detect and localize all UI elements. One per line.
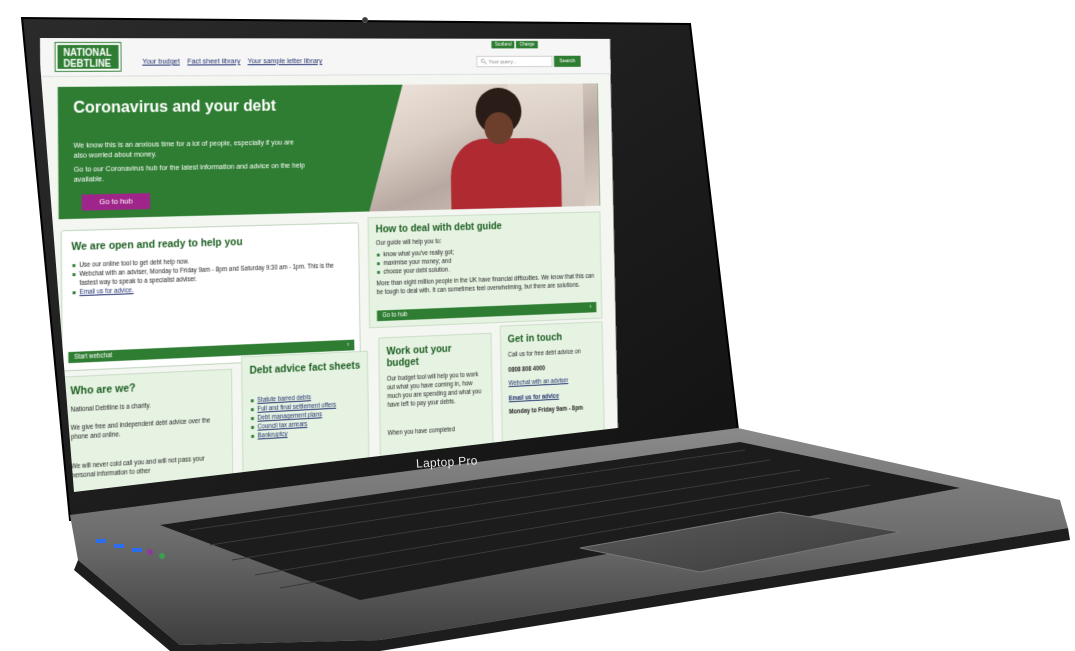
- guide-go-to-hub-bar[interactable]: Go to hub ›: [376, 301, 597, 322]
- audio-jack: [147, 549, 153, 555]
- search-button[interactable]: Search: [553, 55, 581, 67]
- search-placeholder: Your query...: [488, 59, 517, 66]
- open-card-list: Use our online tool to get debt help now…: [71, 253, 349, 298]
- usb-port: [96, 539, 106, 543]
- touch-text-1: Call us for free debt advice on: [507, 348, 581, 359]
- start-webchat-label: Start webchat: [74, 352, 113, 361]
- facts-card-title: Debt advice fact sheets: [249, 359, 361, 377]
- site-logo[interactable]: NATIONAL DEBTLINE: [55, 42, 121, 71]
- budget-card-title: Work out your budget: [386, 343, 452, 370]
- nav-sample-letter-library[interactable]: Your sample letter library: [248, 56, 323, 65]
- who-text-3: We will never cold call you and will not…: [71, 455, 205, 480]
- site-header: NATIONAL DEBTLINE Your budget Fact sheet…: [39, 38, 611, 78]
- budget-text-1: Our budget tool will help you to work ou…: [386, 371, 482, 409]
- touch-card-title: Get in touch: [507, 331, 563, 346]
- audio-jack: [159, 553, 165, 559]
- webcam-icon: [362, 17, 368, 23]
- scotland-button[interactable]: Scotland: [491, 40, 515, 49]
- debt-guide-card: How to deal with debt guide Our guide wi…: [367, 211, 603, 329]
- budget-text-2: When you have completed: [387, 426, 456, 437]
- guide-body: More than eight million people in the UK…: [376, 273, 595, 297]
- go-to-hub-button[interactable]: Go to hub: [81, 193, 151, 211]
- hero-title: Coronavirus and your debt: [73, 96, 276, 117]
- change-button[interactable]: Change: [516, 40, 538, 49]
- person-figure: [450, 137, 562, 216]
- guide-list: know what you've really got; maximise yo…: [376, 244, 591, 277]
- open-help-card: We are open and ready to help you Use ou…: [60, 222, 361, 372]
- who-card-title: Who are we?: [70, 382, 136, 398]
- hero-banner: Coronavirus and your debt We know this i…: [57, 83, 601, 220]
- search-input[interactable]: 🔍︎ Your query...: [476, 55, 553, 68]
- opening-hours: Monday to Friday 9am - 8pm: [509, 404, 584, 416]
- product-photo: Laptop Pro NATIONAL DEBTLINE Your budget…: [0, 0, 1075, 651]
- logo-line-2: DEBTLINE: [63, 58, 112, 70]
- nav-fact-sheet-library[interactable]: Fact sheet library: [187, 57, 240, 66]
- chevron-right-icon: ›: [589, 304, 592, 311]
- region-buttons: Scotland Change: [491, 40, 538, 49]
- who-text-1: National Debtline is a charity.: [70, 402, 151, 414]
- webchat-link[interactable]: Webchat with an adviser: [508, 376, 568, 388]
- open-card-title: We are open and ready to help you: [71, 236, 243, 254]
- hero-text-2: Go to our Coronavirus hub for the latest…: [73, 160, 305, 184]
- main-nav: Your budget Fact sheet library Your samp…: [142, 56, 327, 65]
- usb-port: [114, 544, 124, 548]
- guide-card-title: How to deal with debt guide: [375, 220, 502, 236]
- search-icon: 🔍︎: [480, 59, 488, 66]
- logo-line-1: NATIONAL: [63, 47, 112, 59]
- usb-port: [132, 548, 142, 552]
- email-link[interactable]: Email us for advice: [509, 392, 559, 403]
- nav-your-budget[interactable]: Your budget: [142, 57, 180, 66]
- chevron-right-icon: ›: [346, 341, 350, 349]
- guide-intro: Our guide will help you to:: [375, 238, 442, 247]
- who-text-2: We give free and independent debt advice…: [70, 417, 211, 442]
- facts-list: Statute barred debts Full and final sett…: [250, 391, 363, 441]
- guide-go-to-hub-label: Go to hub: [382, 311, 408, 320]
- phone-number[interactable]: 0808 808 4000: [508, 364, 545, 374]
- hero-text-1: We know this is an anxious time for a lo…: [73, 137, 294, 160]
